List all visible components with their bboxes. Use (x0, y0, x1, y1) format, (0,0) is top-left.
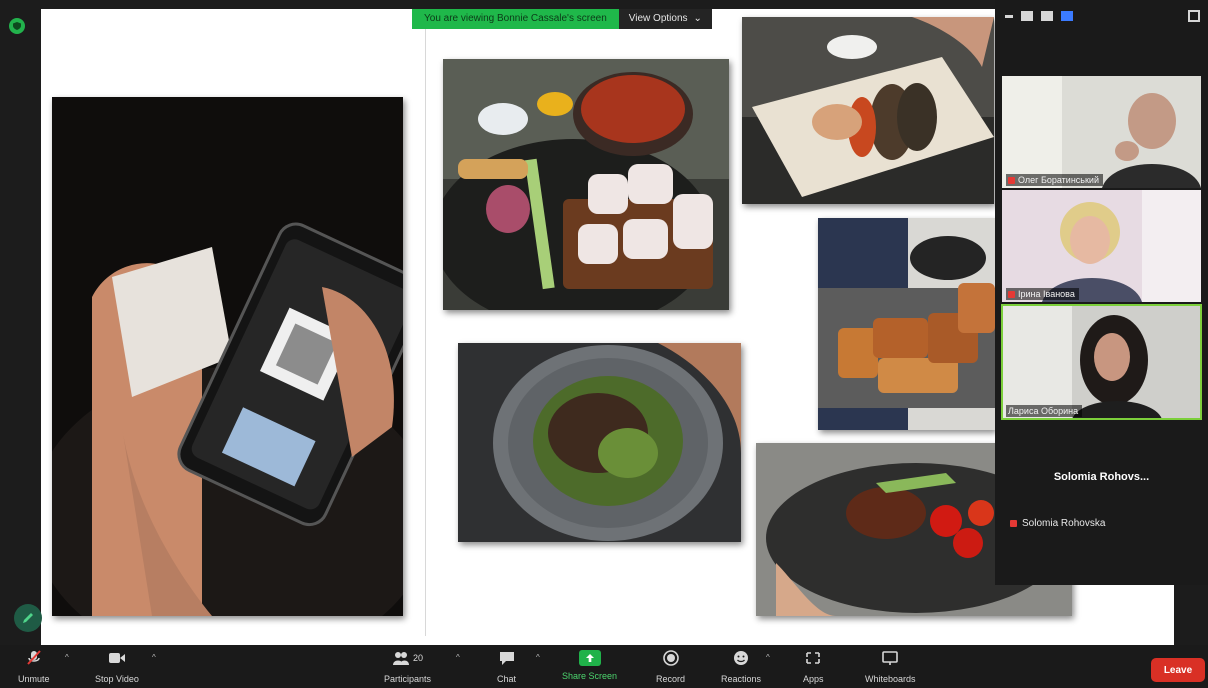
participant-name-tag: Олег Боратинський (1006, 174, 1103, 186)
share-screen-button[interactable]: Share Screen (562, 647, 617, 681)
participant-tile[interactable]: Олег Боратинський (1002, 76, 1201, 188)
chat-bubble-icon (498, 647, 516, 669)
annotate-pencil-icon[interactable] (14, 604, 42, 632)
exit-fullscreen-icon[interactable] (1188, 10, 1200, 22)
strip-view-icon[interactable] (1041, 11, 1053, 21)
chat-label: Chat (497, 674, 517, 684)
participant-tile[interactable]: Ірина Іванова (1002, 190, 1201, 302)
minimize-icon[interactable] (1005, 14, 1013, 18)
mic-muted-icon (25, 647, 43, 669)
participants-button[interactable]: 20 Participants (384, 647, 431, 684)
reactions-label: Reactions (721, 674, 762, 684)
chat-options-chevron-icon[interactable]: ^ (536, 653, 540, 662)
screen-share-banner: You are viewing Bonnie Cassale's screen … (412, 9, 712, 29)
reactions-button[interactable]: Reactions (721, 647, 761, 684)
muted-mic-icon (1008, 290, 1015, 298)
participant-display-name: Solomia Rohovs... (1053, 471, 1150, 483)
participants-icon: 20 (392, 647, 423, 669)
participants-count: 20 (413, 653, 424, 663)
view-options-label: View Options (628, 13, 688, 24)
muted-mic-icon (1010, 520, 1017, 527)
unmute-button[interactable]: Unmute (18, 647, 50, 684)
chevron-down-icon: ⌄ (693, 13, 702, 24)
participants-video-panel: Олег Боратинський Ірина Іванова Лариса О… (995, 0, 1208, 585)
active-speaker-tile[interactable]: Лариса Оборина (1001, 304, 1202, 420)
stop-video-label: Stop Video (95, 674, 139, 684)
participants-label: Participants (384, 674, 432, 684)
participant-name: Лариса Оборина (1008, 406, 1079, 416)
participant-name: Ірина Іванова (1018, 289, 1075, 299)
stop-video-button[interactable]: Stop Video (95, 647, 139, 684)
photo-salad-plate (458, 343, 741, 542)
zoom-meeting-window: You are viewing Bonnie Cassale's screen … (0, 0, 1208, 688)
whiteboards-label: Whiteboards (865, 674, 916, 684)
speaker-view-icon[interactable] (1021, 11, 1033, 21)
viewing-screen-label: You are viewing Bonnie Cassale's screen (412, 9, 619, 29)
whiteboards-button[interactable]: Whiteboards (865, 647, 916, 684)
participant-name-tag: Ірина Іванова (1006, 288, 1079, 300)
photo-grilled-vegetables (742, 17, 994, 204)
slide-divider (425, 28, 426, 636)
meeting-controls-toolbar: Unmute ^ Stop Video ^ 20 Participants ^ … (0, 645, 1208, 688)
video-camera-icon (108, 647, 126, 669)
record-label: Record (656, 674, 686, 684)
participant-name-tag: Лариса Оборина (1006, 405, 1083, 417)
reactions-options-chevron-icon[interactable]: ^ (766, 653, 770, 662)
record-icon (662, 647, 680, 669)
participant-name-tag: Solomia Rohovska (1010, 518, 1105, 529)
record-button[interactable]: Record (656, 647, 685, 684)
leave-button[interactable]: Leave (1151, 658, 1205, 682)
video-options-chevron-icon[interactable]: ^ (152, 653, 156, 662)
view-options-dropdown[interactable]: View Options ⌄ (618, 9, 712, 29)
participants-options-chevron-icon[interactable]: ^ (456, 653, 460, 662)
chat-button[interactable]: Chat (497, 647, 516, 684)
apps-icon (804, 647, 822, 669)
panel-view-toolbar (995, 6, 1208, 26)
gallery-view-icon[interactable] (1061, 11, 1073, 21)
security-shield-icon[interactable] (9, 18, 25, 34)
apps-label: Apps (803, 674, 824, 684)
whiteboard-icon (881, 647, 899, 669)
participant-tile-no-video[interactable]: Solomia Rohovs... Solomia Rohovska (1002, 421, 1201, 581)
participant-name: Олег Боратинський (1018, 175, 1099, 185)
unmute-label: Unmute (18, 674, 50, 684)
reactions-smiley-icon (732, 647, 750, 669)
audio-options-chevron-icon[interactable]: ^ (65, 653, 69, 662)
muted-mic-icon (1008, 176, 1015, 184)
apps-button[interactable]: Apps (803, 647, 824, 684)
participant-name: Solomia Rohovska (1022, 518, 1106, 529)
share-screen-arrow-icon (578, 650, 601, 666)
photo-salo-board (443, 59, 729, 310)
photo-fried-bread (818, 218, 995, 430)
share-screen-label: Share Screen (562, 671, 618, 681)
photo-phone-menu (52, 97, 403, 616)
